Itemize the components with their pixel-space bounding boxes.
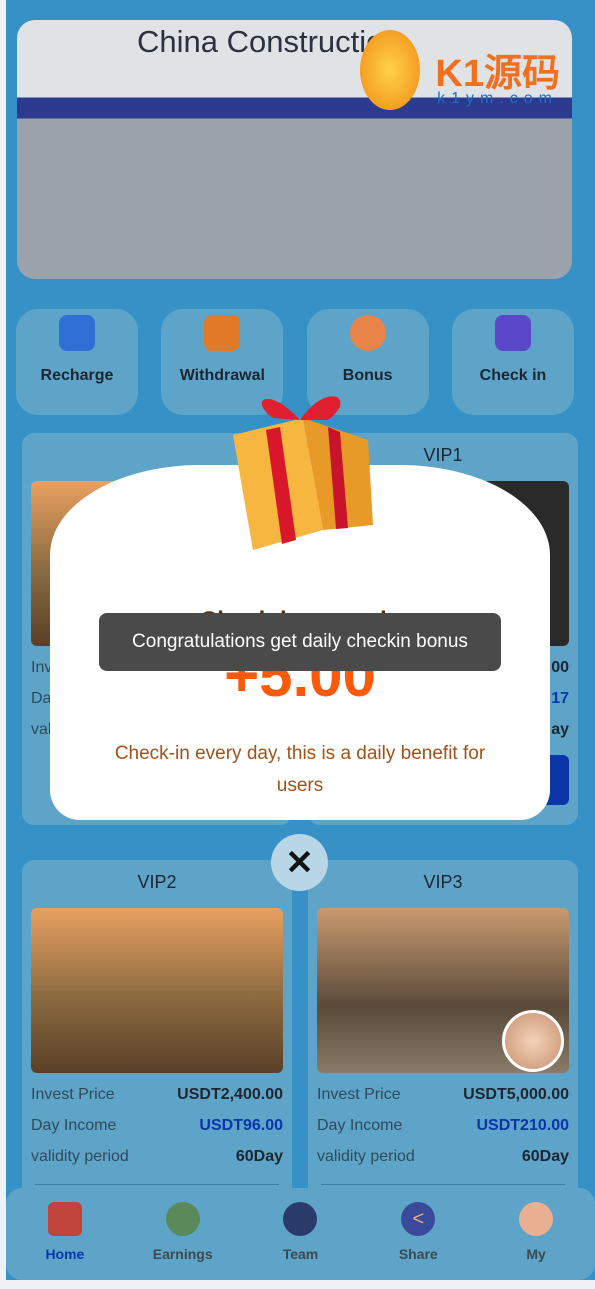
team-icon xyxy=(283,1202,318,1236)
toast-message: Congratulations get daily checkin bonus xyxy=(99,613,501,671)
nav-home[interactable]: Home xyxy=(20,1202,110,1280)
gift-box-icon xyxy=(233,396,373,550)
divider xyxy=(35,1184,279,1185)
share-icon: < xyxy=(401,1202,436,1236)
home-icon xyxy=(47,1202,82,1236)
earnings-icon xyxy=(165,1202,200,1236)
recharge-button[interactable]: Recharge xyxy=(16,309,138,415)
watermark: K1源码 xyxy=(435,53,560,95)
product-card-vip2[interactable]: VIP2 Invest Price USDT2,400.00 Day Income… xyxy=(22,860,292,1200)
divider xyxy=(321,1184,565,1185)
bottom-nav: Home Earnings Team < Share My xyxy=(6,1188,595,1280)
nav-share[interactable]: < Share xyxy=(373,1202,463,1280)
checkin-icon xyxy=(494,315,531,351)
checkin-button[interactable]: Check in xyxy=(451,309,574,415)
close-icon[interactable]: ✕ xyxy=(271,834,328,891)
nav-earnings[interactable]: Earnings xyxy=(138,1202,228,1280)
modal-description: Check-in every day, this is a daily bene… xyxy=(114,743,486,796)
withdrawal-icon xyxy=(204,315,241,351)
customer-service-button[interactable] xyxy=(502,1010,564,1072)
recharge-icon xyxy=(59,315,95,351)
watermark-logo-icon xyxy=(360,30,420,110)
nav-team[interactable]: Team xyxy=(255,1202,345,1280)
banner-carousel[interactable]: China Construction K1源码 k1ym.com xyxy=(17,20,572,279)
product-image xyxy=(31,908,283,1073)
bonus-icon xyxy=(349,315,386,351)
watermark-sub: k1ym.com xyxy=(437,90,558,107)
nav-my[interactable]: My xyxy=(491,1202,581,1280)
profile-icon xyxy=(519,1202,554,1236)
